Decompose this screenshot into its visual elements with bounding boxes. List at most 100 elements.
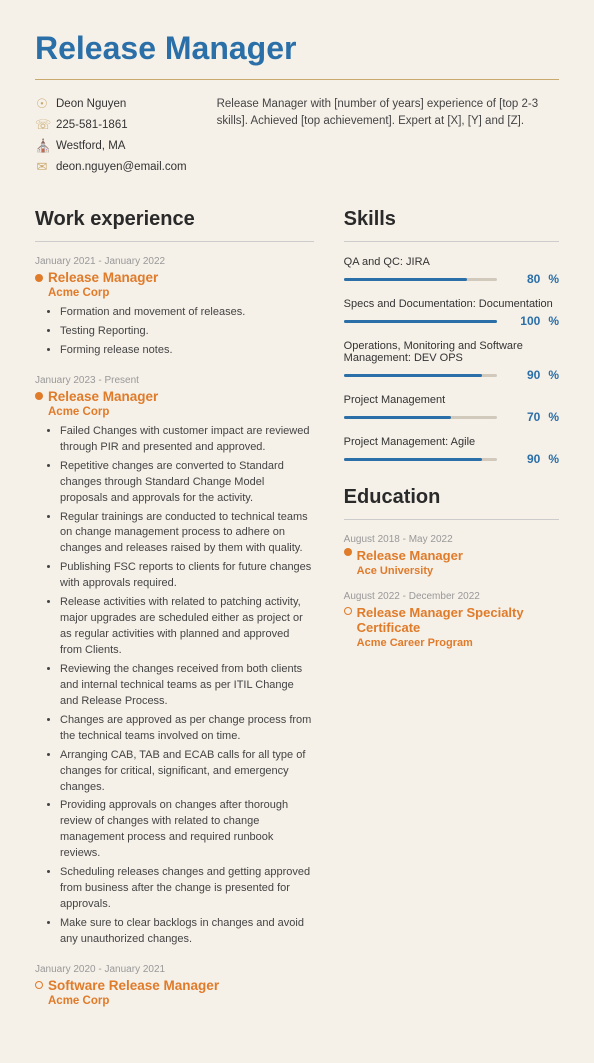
pct-sign-0: % [548, 272, 559, 286]
edu-bullet-0 [344, 548, 352, 556]
edu-school-1: Acme Career Program [357, 637, 559, 649]
bullet-item: Failed Changes with customer impact are … [60, 424, 314, 456]
skill-pct-1: 100 [505, 314, 540, 328]
job-date-3: January 2020 - January 2021 [35, 964, 314, 975]
skill-bar-fill-2 [344, 374, 482, 377]
skill-bar-bg-3 [344, 416, 498, 419]
edu-title-1: Release Manager Specialty Certificate [344, 605, 559, 635]
edu-date-0: August 2018 - May 2022 [344, 534, 559, 545]
bullet-item: Publishing FSC reports to clients for fu… [60, 560, 314, 592]
bullet-item: Regular trainings are conducted to techn… [60, 510, 314, 558]
skill-bar-bg-1 [344, 320, 498, 323]
work-divider [35, 241, 314, 242]
education-section: Education August 2018 - May 2022 Release… [344, 486, 559, 649]
pct-sign-4: % [548, 452, 559, 466]
contact-email: ✉ deon.nguyen@email.com [35, 159, 187, 175]
person-icon: ☉ [35, 96, 49, 112]
contact-name: ☉ Deon Nguyen [35, 96, 187, 112]
bullet-item: Providing approvals on changes after tho… [60, 798, 314, 862]
right-column: Skills QA and QC: JIRA 80% Specs and Doc… [344, 204, 559, 1023]
pct-sign-1: % [548, 314, 559, 328]
bullet-dot-1 [35, 274, 43, 282]
header-section: ☉ Deon Nguyen ☏ 225-581-1861 ⛪ Westford,… [35, 96, 559, 180]
job-entry-1: January 2021 - January 2022 Release Mana… [35, 256, 314, 359]
email-icon: ✉ [35, 159, 49, 175]
skill-bar-row-4: 90% [344, 452, 559, 466]
skill-item-4: Project Management: Agile 90% [344, 436, 559, 466]
bullet-item: Scheduling releases changes and getting … [60, 865, 314, 913]
education-title: Education [344, 486, 559, 509]
skill-bar-row-1: 100% [344, 314, 559, 328]
bullet-item: Make sure to clear backlogs in changes a… [60, 916, 314, 948]
skill-bar-fill-4 [344, 458, 482, 461]
skill-bar-bg-4 [344, 458, 498, 461]
skill-bar-row-3: 70% [344, 410, 559, 424]
bullet-item: Reviewing the changes received from both… [60, 662, 314, 710]
job-entry-2: January 2023 - Present Release Manager A… [35, 375, 314, 948]
skills-title: Skills [344, 208, 559, 231]
job-date-1: January 2021 - January 2022 [35, 256, 314, 267]
skill-label-2: Operations, Monitoring and Software Mana… [344, 340, 559, 364]
location-icon: ⛪ [35, 138, 49, 154]
bullet-item: Arranging CAB, TAB and ECAB calls for al… [60, 748, 314, 796]
bullet-item: Formation and movement of releases. [60, 305, 314, 321]
skill-label-4: Project Management: Agile [344, 436, 559, 448]
job-bullets-2: Failed Changes with customer impact are … [48, 424, 314, 948]
work-experience-section: Work experience January 2021 - January 2… [35, 204, 314, 1023]
phone-icon: ☏ [35, 117, 49, 133]
header-divider [35, 79, 559, 80]
work-experience-title: Work experience [35, 208, 314, 231]
job-bullets-1: Formation and movement of releases. Test… [48, 305, 314, 359]
company-1: Acme Corp [48, 287, 314, 299]
bullet-item: Release activities with related to patch… [60, 595, 314, 659]
edu-entry-0: August 2018 - May 2022 Release Manager A… [344, 534, 559, 577]
skill-bar-bg-2 [344, 374, 498, 377]
company-2: Acme Corp [48, 406, 314, 418]
skill-label-3: Project Management [344, 394, 559, 406]
skill-bar-row-0: 80% [344, 272, 559, 286]
skills-section: Skills QA and QC: JIRA 80% Specs and Doc… [344, 208, 559, 466]
contact-info: ☉ Deon Nguyen ☏ 225-581-1861 ⛪ Westford,… [35, 96, 187, 180]
skill-bar-fill-3 [344, 416, 452, 419]
education-divider [344, 519, 559, 520]
page-title: Release Manager [35, 30, 559, 67]
bullet-item: Testing Reporting. [60, 324, 314, 340]
contact-location: ⛪ Westford, MA [35, 138, 187, 154]
skill-pct-0: 80 [505, 272, 540, 286]
pct-sign-2: % [548, 368, 559, 382]
skill-item-2: Operations, Monitoring and Software Mana… [344, 340, 559, 382]
edu-title-0: Release Manager [344, 548, 559, 563]
job-title-1: Release Manager [35, 270, 314, 285]
summary-text: Release Manager with [number of years] e… [217, 96, 559, 180]
skill-label-0: QA and QC: JIRA [344, 256, 559, 268]
skill-bar-fill-0 [344, 278, 467, 281]
bullet-item: Repetitive changes are converted to Stan… [60, 459, 314, 507]
skill-bar-bg-0 [344, 278, 498, 281]
job-title-2: Release Manager [35, 389, 314, 404]
contact-phone: ☏ 225-581-1861 [35, 117, 187, 133]
skill-bar-row-2: 90% [344, 368, 559, 382]
job-date-2: January 2023 - Present [35, 375, 314, 386]
skills-divider [344, 241, 559, 242]
main-content: Work experience January 2021 - January 2… [35, 204, 559, 1023]
edu-entry-1: August 2022 - December 2022 Release Mana… [344, 591, 559, 649]
skill-label-1: Specs and Documentation: Documentation [344, 298, 559, 310]
edu-school-0: Ace University [357, 565, 559, 577]
skill-item-3: Project Management 70% [344, 394, 559, 424]
bullet-item: Forming release notes. [60, 343, 314, 359]
pct-sign-3: % [548, 410, 559, 424]
job-entry-3: January 2020 - January 2021 Software Rel… [35, 964, 314, 1007]
bullet-item: Changes are approved as per change proce… [60, 713, 314, 745]
skill-bar-fill-1 [344, 320, 498, 323]
hollow-dot-3 [35, 981, 43, 989]
skill-item-0: QA and QC: JIRA 80% [344, 256, 559, 286]
job-title-3: Software Release Manager [35, 978, 314, 993]
skill-pct-4: 90 [505, 452, 540, 466]
skill-pct-2: 90 [505, 368, 540, 382]
skill-item-1: Specs and Documentation: Documentation 1… [344, 298, 559, 328]
edu-hollow-dot-1 [344, 607, 352, 615]
bullet-dot-2 [35, 392, 43, 400]
edu-date-1: August 2022 - December 2022 [344, 591, 559, 602]
company-3: Acme Corp [48, 995, 314, 1007]
skill-pct-3: 70 [505, 410, 540, 424]
